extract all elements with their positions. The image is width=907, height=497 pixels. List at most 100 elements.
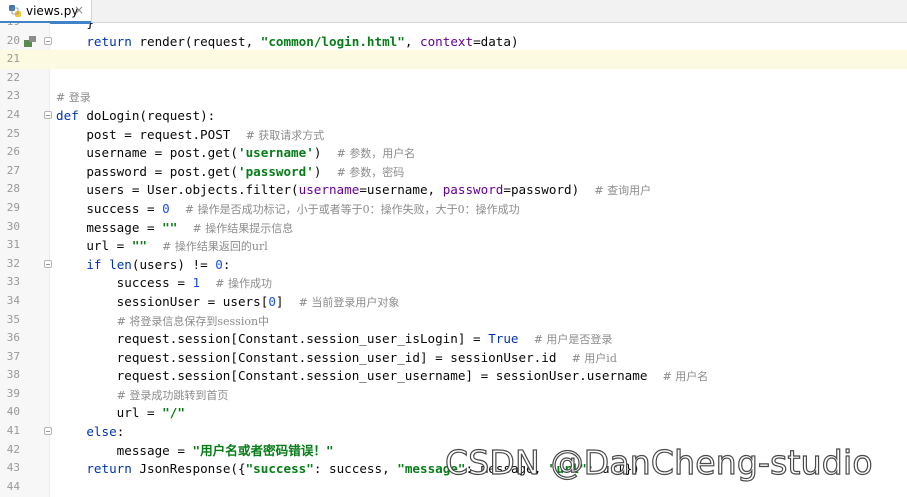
code-token: request.session[Constant.session_user_us…: [56, 368, 663, 384]
code-line[interactable]: 39 # 登录成功跳转到首页: [0, 385, 907, 404]
line-number: 44: [6, 479, 20, 493]
keyword: if: [86, 256, 102, 272]
code-token: username: [298, 182, 360, 198]
code-token: render(request,: [131, 33, 261, 49]
code-line[interactable]: 29 success = 0 # 操作是否成功标记，小于或者等于0：操作失败，大…: [0, 199, 907, 218]
code-token: :: [222, 256, 231, 272]
code-line[interactable]: 32 if len(users) != 0:: [0, 255, 907, 274]
fold-toggle-icon[interactable]: [44, 110, 52, 119]
code-text: password = post.get('password') # 参数，密码: [56, 163, 404, 182]
string-literal: 'username': [237, 145, 314, 161]
code-line[interactable]: 41 else:: [0, 422, 907, 441]
line-number: 22: [6, 70, 20, 84]
line-number: 39: [6, 386, 20, 400]
comment: # 参数，密码: [336, 165, 405, 179]
code-line[interactable]: 25 post = request.POST # 获取请求方式: [0, 125, 907, 144]
code-line[interactable]: 35 # 将登录信息保存到session中: [0, 311, 907, 330]
code-line[interactable]: 27 password = post.get('password') # 参数，…: [0, 162, 907, 181]
code-token: (users) !=: [131, 256, 216, 272]
code-text: # 将登录信息保存到session中: [56, 312, 269, 331]
line-number: 25: [6, 126, 20, 140]
line-number: 27: [6, 163, 20, 177]
line-number: 37: [6, 349, 20, 363]
line-number: 24: [6, 107, 20, 121]
keyword: def: [56, 107, 79, 123]
code-editor[interactable]: 19 }20 return render(request, "common/lo…: [0, 23, 907, 497]
line-number: 35: [6, 312, 20, 326]
code-line[interactable]: 26 username = post.get('username') # 参数，…: [0, 143, 907, 162]
code-line[interactable]: 19 }: [0, 23, 907, 32]
code-line[interactable]: 24 def doLogin(request):: [0, 106, 907, 125]
editor-tab-bar: views.py ×: [0, 0, 907, 24]
line-number: 28: [6, 182, 20, 196]
code-token: ,: [404, 33, 420, 49]
string-literal: 'password': [237, 163, 314, 179]
code-line[interactable]: 23 # 登录: [0, 87, 907, 106]
string-literal: "用户名或者密码错误！": [192, 442, 334, 458]
code-line[interactable]: 40 url = "/": [0, 403, 907, 422]
comment: # 当前登录用户对象: [298, 295, 400, 309]
comment: # 操作是否成功标记，小于或者等于0：操作失败，大于0：操作成功: [184, 202, 520, 216]
code-token: message =: [56, 219, 163, 235]
code-text: url = "" # 操作结果返回的url: [56, 237, 267, 256]
line-number: 41: [6, 424, 20, 438]
code-text: def doLogin(request):: [56, 107, 215, 125]
code-token: =data): [473, 33, 519, 49]
code-line[interactable]: 38 request.session[Constant.session_user…: [0, 366, 907, 385]
line-number: 33: [6, 275, 20, 289]
code-token: =username,: [359, 182, 443, 198]
code-line[interactable]: 37 request.session[Constant.session_user…: [0, 348, 907, 367]
code-line[interactable]: 30 message = "" # 操作结果提示信息: [0, 218, 907, 237]
fold-toggle-icon[interactable]: [44, 427, 52, 436]
code-line[interactable]: 28 users = User.objects.filter(username=…: [0, 180, 907, 199]
line-number: 26: [6, 145, 20, 159]
fold-toggle-icon[interactable]: [44, 36, 52, 45]
code-token: request.session[Constant.session_user_is…: [56, 331, 489, 347]
fold-toggle-icon[interactable]: [44, 259, 52, 268]
code-token: url =: [56, 405, 163, 421]
code-token: }: [56, 23, 94, 30]
code-line[interactable]: 34 sessionUser = users[0] # 当前登录用户对象: [0, 292, 907, 311]
code-line[interactable]: 20 return render(request, "common/login.…: [0, 32, 907, 51]
close-tab-icon[interactable]: ×: [74, 3, 84, 17]
code-line[interactable]: 31 url = "" # 操作结果返回的url: [0, 236, 907, 255]
code-token: ): [313, 163, 337, 179]
comment: # 参数，用户名: [336, 147, 416, 161]
code-text: message = "用户名或者密码错误！": [56, 442, 334, 460]
comment: # 登录成功跳转到首页: [116, 388, 229, 402]
code-token: context: [419, 33, 474, 49]
line-number: 29: [6, 200, 20, 214]
code-text: url = "/": [56, 404, 185, 422]
code-token: password = post.get(: [56, 163, 238, 179]
line-number: 40: [6, 405, 20, 419]
code-line[interactable]: 22: [0, 69, 907, 88]
code-token: =password): [503, 182, 595, 198]
code-line[interactable]: 21: [0, 50, 907, 69]
code-token: sessionUser = users[: [56, 293, 269, 309]
string-literal: "": [131, 238, 147, 254]
comment: # 用户是否登录: [533, 333, 613, 347]
code-token: password: [442, 182, 504, 198]
code-text: # 登录成功跳转到首页: [56, 386, 229, 405]
string-literal: "/": [162, 405, 185, 421]
code-token: 0: [215, 256, 223, 272]
code-line[interactable]: 36 request.session[Constant.session_user…: [0, 329, 907, 348]
string-literal: "": [162, 219, 178, 235]
override-marker-icon[interactable]: [24, 35, 36, 47]
string-literal: "common/login.html": [260, 33, 405, 49]
code-token: post = request.POST: [56, 126, 246, 142]
line-number: 31: [6, 238, 20, 252]
tab-views-py[interactable]: views.py ×: [0, 0, 92, 24]
python-file-icon: [9, 5, 21, 17]
line-number: 30: [6, 219, 20, 233]
tab-filename: views.py: [26, 4, 79, 18]
code-text: request.session[Constant.session_user_id…: [56, 349, 617, 368]
line-number: 34: [6, 293, 20, 307]
code-line[interactable]: 33 success = 1 # 操作成功: [0, 273, 907, 292]
